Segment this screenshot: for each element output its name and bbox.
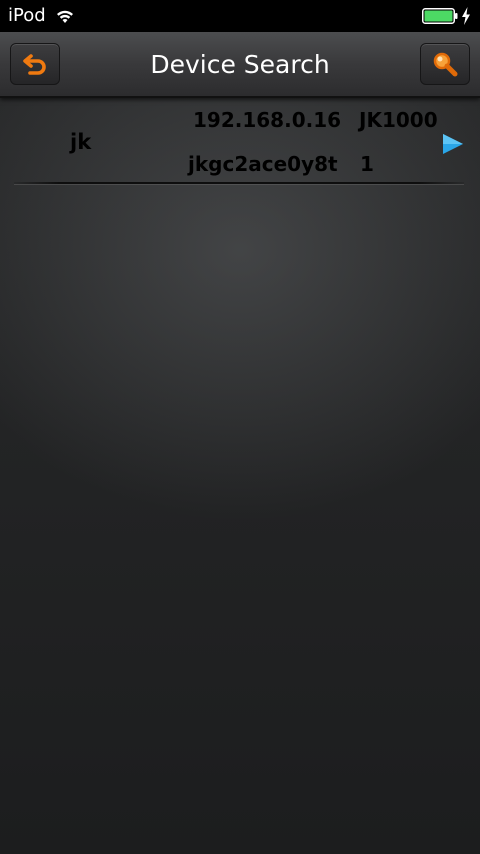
device-name: jk <box>70 130 92 154</box>
device-list: jk 192.168.0.16 JK1000 jkgc2ace0y8t 1 <box>0 98 480 184</box>
search-button[interactable] <box>420 43 470 85</box>
navigation-bar: Device Search <box>0 32 480 98</box>
charging-bolt-icon <box>462 7 470 25</box>
carrier-label: iPod <box>8 5 46 26</box>
device-ip: 192.168.0.16 <box>193 108 342 132</box>
magnifier-icon <box>433 52 458 77</box>
row-divider <box>14 182 464 184</box>
wifi-icon <box>57 10 73 23</box>
back-arrow-icon <box>23 54 46 75</box>
battery-icon <box>422 8 458 24</box>
device-channel: 1 <box>360 152 374 176</box>
device-id: jkgc2ace0y8t <box>188 152 338 176</box>
play-arrow-icon[interactable] <box>442 133 464 155</box>
device-search-screen: iPod Device Search jk 192.168.0.16 JK100… <box>0 0 480 854</box>
device-row[interactable]: jk 192.168.0.16 JK1000 jkgc2ace0y8t 1 <box>0 98 480 184</box>
device-model: JK1000 <box>359 108 438 132</box>
status-bar: iPod <box>0 0 480 32</box>
back-button[interactable] <box>10 43 60 85</box>
page-title: Device Search <box>150 50 330 79</box>
